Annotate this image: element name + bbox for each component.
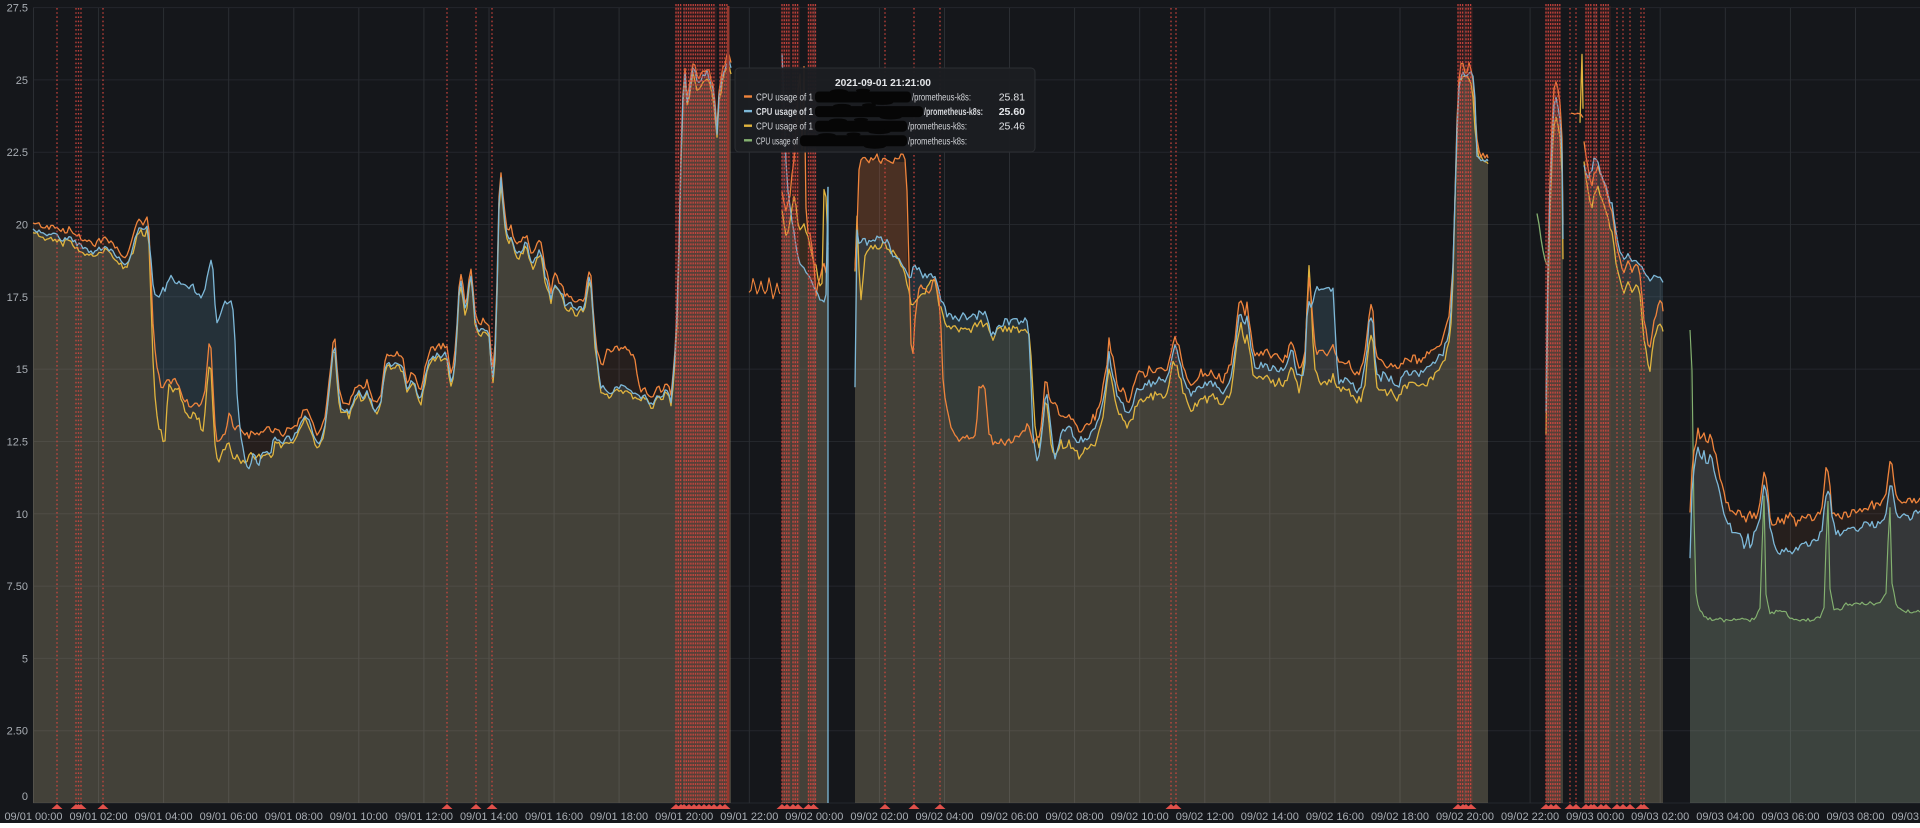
svg-text:09/02 04:00: 09/02 04:00 [915, 811, 973, 823]
svg-text:/prometheus-k8s:: /prometheus-k8s: [908, 135, 967, 147]
svg-text:09/01 16:00: 09/01 16:00 [525, 811, 583, 823]
svg-text:2.50: 2.50 [7, 726, 28, 738]
svg-text:09/01 12:00: 09/01 12:00 [395, 811, 453, 823]
svg-text:09/01 10:00: 09/01 10:00 [330, 811, 388, 823]
svg-text:25.60: 25.60 [999, 106, 1025, 118]
svg-text:15: 15 [16, 364, 28, 376]
svg-text:22.5: 22.5 [7, 147, 28, 159]
svg-text:09/02 12:00: 09/02 12:00 [1176, 811, 1234, 823]
svg-text:CPU usage of: CPU usage of [756, 135, 798, 147]
svg-text:09/03 06:00: 09/03 06:00 [1761, 811, 1819, 823]
svg-text:09/01 18:00: 09/01 18:00 [590, 811, 648, 823]
svg-text:09/02 00:00: 09/02 00:00 [785, 811, 843, 823]
svg-text:CPU usage of 1: CPU usage of 1 [756, 106, 813, 118]
svg-text:09/02 10:00: 09/02 10:00 [1111, 811, 1169, 823]
svg-text:17.5: 17.5 [7, 292, 28, 304]
svg-text:09/02 18:00: 09/02 18:00 [1371, 811, 1429, 823]
svg-text:/prometheus-k8s:: /prometheus-k8s: [924, 106, 983, 118]
svg-text:09/02 06:00: 09/02 06:00 [980, 811, 1038, 823]
svg-text:09/02 02:00: 09/02 02:00 [850, 811, 908, 823]
svg-text:09/02 20:00: 09/02 20:00 [1436, 811, 1494, 823]
svg-text:/prometheus-k8s:: /prometheus-k8s: [908, 121, 967, 133]
svg-text:09/01 22:00: 09/01 22:00 [720, 811, 778, 823]
svg-text:09/01 04:00: 09/01 04:00 [135, 811, 193, 823]
svg-text:25.46: 25.46 [999, 121, 1025, 133]
svg-text:7.50: 7.50 [7, 581, 28, 593]
svg-text:09/02 22:00: 09/02 22:00 [1501, 811, 1559, 823]
svg-text:09/02 14:00: 09/02 14:00 [1241, 811, 1299, 823]
svg-text:CPU usage of 1: CPU usage of 1 [756, 92, 813, 104]
svg-text:09/01 06:00: 09/01 06:00 [200, 811, 258, 823]
svg-text:09/03 04:00: 09/03 04:00 [1696, 811, 1754, 823]
svg-text:27.5: 27.5 [7, 3, 28, 15]
svg-text:09/03 08:00: 09/03 08:00 [1826, 811, 1884, 823]
svg-text:09/03 02:00: 09/03 02:00 [1631, 811, 1689, 823]
svg-text:/prometheus-k8s:: /prometheus-k8s: [912, 92, 971, 104]
svg-text:09/01 02:00: 09/01 02:00 [70, 811, 128, 823]
svg-text:09/01 08:00: 09/01 08:00 [265, 811, 323, 823]
svg-text:09/01 00:00: 09/01 00:00 [4, 811, 62, 823]
svg-text:09/02 16:00: 09/02 16:00 [1306, 811, 1364, 823]
svg-text:25: 25 [16, 75, 28, 87]
svg-text:5: 5 [22, 653, 28, 665]
svg-text:2021-09-01 21:21:00: 2021-09-01 21:21:00 [835, 77, 931, 89]
svg-text:09/03 10:00: 09/03 10:00 [1891, 811, 1920, 823]
svg-text:09/03 00:00: 09/03 00:00 [1566, 811, 1624, 823]
svg-text:09/01 20:00: 09/01 20:00 [655, 811, 713, 823]
svg-text:09/02 08:00: 09/02 08:00 [1046, 811, 1104, 823]
svg-text:25.81: 25.81 [999, 92, 1025, 104]
svg-text:20: 20 [16, 220, 28, 232]
svg-text:0: 0 [22, 791, 28, 803]
svg-text:CPU usage of 1: CPU usage of 1 [756, 121, 813, 133]
svg-text:09/01 14:00: 09/01 14:00 [460, 811, 518, 823]
svg-text:10: 10 [16, 509, 28, 521]
svg-text:12.5: 12.5 [7, 437, 28, 449]
